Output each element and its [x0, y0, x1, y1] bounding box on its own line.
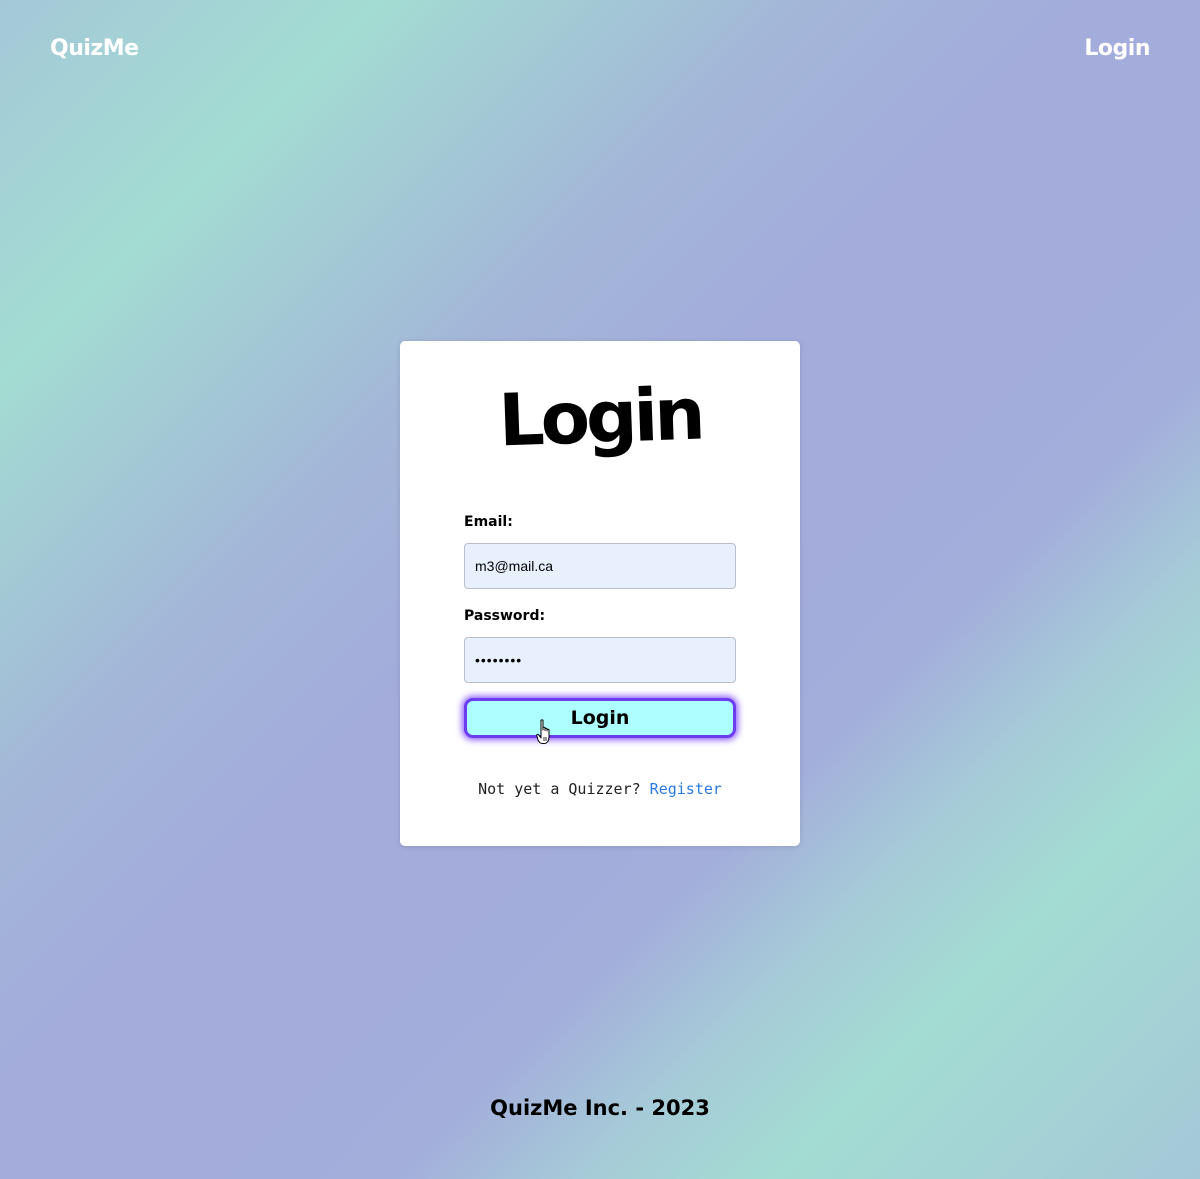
email-field[interactable]	[464, 543, 736, 589]
register-prompt-line: Not yet a Quizzer? Register	[400, 780, 800, 798]
register-prompt-text: Not yet a Quizzer?	[478, 780, 641, 798]
register-link[interactable]: Register	[650, 780, 722, 798]
password-field[interactable]	[464, 637, 736, 683]
top-nav: QuizMe Login	[0, 0, 1200, 100]
hand-pointer-icon	[536, 719, 550, 744]
brand-logo-link[interactable]: QuizMe	[50, 36, 139, 61]
login-card: Login Email: Password: Login Not yet a Q…	[400, 341, 800, 846]
password-label: Password:	[464, 608, 546, 624]
nav-login-link[interactable]: Login	[1084, 36, 1150, 61]
login-submit-button[interactable]: Login	[464, 698, 736, 738]
login-title: Login	[497, 371, 703, 463]
footer-text: QuizMe Inc. - 2023	[490, 1096, 710, 1120]
email-label: Email:	[464, 514, 513, 530]
